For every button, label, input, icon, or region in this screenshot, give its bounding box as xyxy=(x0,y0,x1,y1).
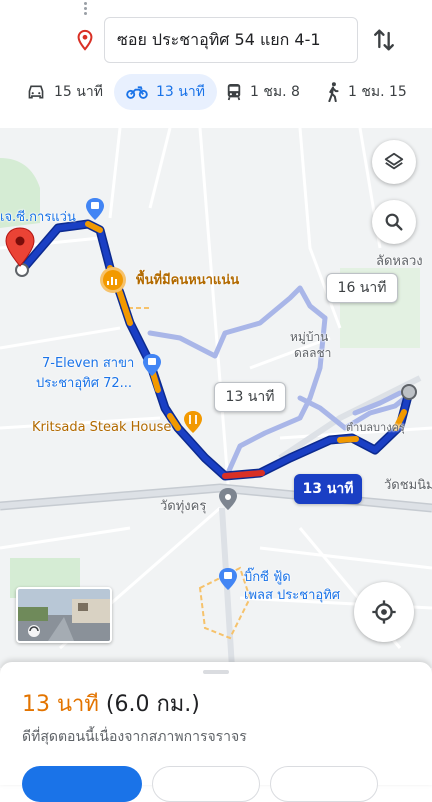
steps-button[interactable] xyxy=(152,766,260,802)
place-label-top-left[interactable]: เจ.ซี.การแว่น xyxy=(0,206,76,227)
tab-car-label: 15 นาที xyxy=(54,84,103,100)
swap-icon[interactable] xyxy=(370,25,398,55)
start-button[interactable] xyxy=(22,766,142,802)
street-view-thumbnail[interactable] xyxy=(16,587,112,643)
busy-area-label[interactable]: พื้นที่มีคนหนาแน่น xyxy=(136,269,239,290)
tab-motorcycle-label: 13 นาที xyxy=(156,84,205,100)
map-view[interactable]: เจ.ซี.การแว่น พื้นที่มีคนหนาแน่น 7-Eleve… xyxy=(0,128,432,668)
route-bubble-primary[interactable]: 13 นาที xyxy=(294,474,362,504)
tab-transit[interactable]: 1 ชม. 8 xyxy=(226,74,300,110)
motorcycle-icon xyxy=(126,86,148,99)
route-summary-sheet[interactable]: 13 นาที (6.0 กม.) ดีที่สุดตอนนี้เนื่องจา… xyxy=(0,662,432,802)
eta-summary: 13 นาที (6.0 กม.) xyxy=(22,686,200,721)
eta-distance: (6.0 กม.) xyxy=(105,692,200,717)
tab-car[interactable]: 15 นาที xyxy=(26,74,103,110)
place-label-village-2: ดลลชา xyxy=(294,346,332,360)
layers-icon xyxy=(384,152,404,170)
route-note: ดีที่สุดตอนนี้เนื่องจากสภาพการจราจร xyxy=(22,729,247,745)
transit-icon xyxy=(227,84,241,101)
place-label-tambon: ตำบลบางครุ xyxy=(346,421,405,434)
my-location-button[interactable] xyxy=(354,582,414,642)
walk-icon xyxy=(328,82,339,102)
eta-time: 13 นาที xyxy=(22,692,99,717)
share-button[interactable] xyxy=(270,766,378,802)
tab-motorcycle[interactable]: 13 นาที xyxy=(114,74,217,110)
search-button[interactable] xyxy=(372,200,416,244)
place-label-right-mid: วัดชมนิม xyxy=(384,478,432,493)
place-label-seven-2[interactable]: ประชาอุทิศ 72... xyxy=(36,372,132,393)
place-label-temple[interactable]: วัดทุ่งครุ xyxy=(160,495,206,516)
layers-button[interactable] xyxy=(372,140,416,184)
destination-text: ซอย ประชาอุทิศ 54 แยก 4-1 xyxy=(117,29,321,49)
place-label-seven-1[interactable]: 7-Eleven สาขา xyxy=(42,352,134,373)
directions-header: ซอย ประชาอุทิศ 54 แยก 4-1 15 นาที 13 นาท… xyxy=(0,0,432,128)
street-view-image xyxy=(18,589,110,641)
car-icon xyxy=(28,85,44,99)
search-icon xyxy=(385,213,403,231)
destination-field[interactable]: ซอย ประชาอุทิศ 54 แยก 4-1 xyxy=(104,17,358,63)
travel-mode-tabs: 15 นาที 13 นาที 1 ชม. 8 1 ชม. 15 xyxy=(0,72,432,112)
place-label-right-top: ลัดหลวง xyxy=(376,254,423,269)
route-dots-icon xyxy=(80,0,90,18)
tab-transit-label: 1 ชม. 8 xyxy=(250,84,300,100)
destination-pin-icon xyxy=(77,29,93,51)
crosshair-icon xyxy=(372,600,396,624)
sheet-drag-handle[interactable] xyxy=(203,670,229,674)
route-bubble-alt2[interactable]: 13 นาที xyxy=(214,382,286,412)
tab-walk[interactable]: 1 ชม. 15 xyxy=(326,74,407,110)
tab-walk-label: 1 ชม. 15 xyxy=(348,84,407,100)
place-label-steak[interactable]: Kritsada Steak House xyxy=(32,420,171,435)
place-label-bigc-2[interactable]: เพลส ประชาอุทิศ xyxy=(244,584,340,605)
route-bubble-alt1[interactable]: 16 นาที xyxy=(326,273,398,303)
